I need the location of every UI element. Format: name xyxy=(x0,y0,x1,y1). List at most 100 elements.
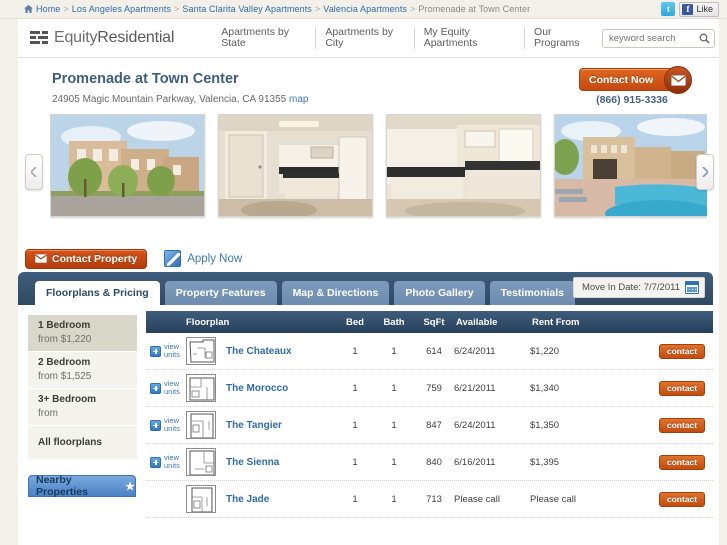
star-icon: ★ xyxy=(125,480,135,493)
column-header-rent-from: Rent From xyxy=(532,316,580,328)
site-header: EquityResidential Apartments by State Ap… xyxy=(0,19,727,58)
filter-title: 1 Bedroom xyxy=(38,320,91,331)
floorplan-name[interactable]: The Tangier xyxy=(226,420,282,431)
tab-map-directions[interactable]: Map & Directions xyxy=(281,281,390,305)
tab-property-features[interactable]: Property Features xyxy=(164,281,277,305)
row-contact-button[interactable]: contact xyxy=(659,380,705,396)
table-row: view units The Tangier 1 1 847 6/24/2011… xyxy=(146,407,713,444)
site-logo[interactable]: EquityResidential xyxy=(30,29,174,47)
filter-all-floorplans[interactable]: All floorplans xyxy=(28,426,137,460)
nav-item-apartments-by-state[interactable]: Apartments by State xyxy=(212,27,317,49)
logo-text: EquityResidential xyxy=(54,29,174,47)
floorplan-cell: view units The Sienna xyxy=(146,448,336,476)
calendar-icon[interactable] xyxy=(685,281,699,294)
left-page-gutter xyxy=(0,19,18,545)
contact-now-button[interactable]: Contact Now xyxy=(579,66,692,94)
rent-value: $1,395 xyxy=(530,456,560,468)
carousel-photo-kitchen-1[interactable] xyxy=(218,114,373,217)
carousel-next-button[interactable] xyxy=(696,154,714,190)
floorplan-thumbnail[interactable] xyxy=(186,337,216,365)
floorplan-cell: The Jade xyxy=(146,485,336,513)
sqft-value: 614 xyxy=(426,345,442,357)
sqft-value: 847 xyxy=(426,419,442,431)
rent-value: $1,340 xyxy=(530,382,560,394)
available-value: 6/24/2011 xyxy=(454,345,496,357)
facebook-like-button[interactable]: f Like xyxy=(679,1,719,17)
carousel-prev-button[interactable] xyxy=(25,154,43,190)
tab-floorplans-pricing[interactable]: Floorplans & Pricing xyxy=(35,281,160,305)
filter-price: from $1,525 xyxy=(38,371,92,382)
floorplan-thumbnail[interactable] xyxy=(186,374,216,402)
nearby-properties-button[interactable]: Nearby Properties ★ xyxy=(28,474,136,498)
filter-1-bedroom[interactable]: 1 Bedroom from $1,220 xyxy=(28,315,137,352)
floorplan-name[interactable]: The Morocco xyxy=(226,383,288,394)
filter-3plus-bedroom[interactable]: 3+ Bedroom from xyxy=(28,389,137,426)
contact-property-label: Contact Property xyxy=(52,252,138,265)
tab-photo-gallery[interactable]: Photo Gallery xyxy=(394,281,485,305)
plus-icon xyxy=(150,382,161,394)
available-value: 6/21/2011 xyxy=(454,382,496,394)
sqft-value: 713 xyxy=(426,493,442,505)
tab-testimonials[interactable]: Testimonials xyxy=(489,281,575,305)
bath-value: 1 xyxy=(391,493,397,505)
floorplan-thumbnail[interactable] xyxy=(186,411,216,439)
row-actions: contact xyxy=(625,454,713,470)
row-contact-button[interactable]: contact xyxy=(659,491,705,507)
row-contact-button[interactable]: contact xyxy=(659,454,705,470)
view-units-line2: units xyxy=(164,387,180,396)
twitter-icon[interactable]: t xyxy=(661,2,676,16)
row-contact-button[interactable]: contact xyxy=(659,343,705,359)
view-units-toggle[interactable]: view units xyxy=(146,343,184,359)
view-units-toggle[interactable]: view units xyxy=(146,454,184,470)
floorplans-table: Floorplan Bed Bath SqFt Available Rent F… xyxy=(146,305,713,518)
bath-value: 1 xyxy=(391,419,397,431)
nav-item-my-equity-apartments[interactable]: My Equity Apartments xyxy=(415,27,526,49)
available-value: Please call xyxy=(454,493,500,505)
view-units-toggle[interactable]: view units xyxy=(146,380,184,396)
carousel-photo-kitchen-2[interactable] xyxy=(386,114,541,217)
carousel-photo-pool[interactable] xyxy=(554,114,707,217)
filter-2-bedroom[interactable]: 2 Bedroom from $1,525 xyxy=(28,352,137,389)
floorplan-thumbnail[interactable] xyxy=(186,448,216,476)
view-units-line2: units xyxy=(164,350,180,359)
floorplan-name[interactable]: The Jade xyxy=(226,494,269,505)
view-units-toggle[interactable]: view units xyxy=(146,417,184,433)
bed-value: 1 xyxy=(352,382,358,394)
row-actions: contact xyxy=(625,491,713,507)
bath-value: 1 xyxy=(391,345,397,357)
breadcrumb: Home > Los Angeles Apartments > Santa Clarit… xyxy=(22,4,530,14)
photo-carousel xyxy=(0,114,727,232)
floorplan-name[interactable]: The Chateaux xyxy=(226,346,292,357)
chevron-left-icon xyxy=(31,167,37,177)
filter-title: All floorplans xyxy=(38,437,102,448)
plus-icon xyxy=(150,456,161,468)
filter-title: 3+ Bedroom xyxy=(38,394,97,405)
move-in-date-picker[interactable]: Move In Date: 7/7/2011 xyxy=(572,277,705,298)
floorplan-name[interactable]: The Sienna xyxy=(226,457,279,468)
breadcrumb-item-2[interactable]: Valencia Apartments xyxy=(323,4,407,14)
right-page-gutter xyxy=(719,19,727,545)
map-link[interactable]: map xyxy=(289,94,308,105)
table-row: view units The Sienna 1 1 840 6/16/2011 … xyxy=(146,444,713,481)
breadcrumb-home[interactable]: Home xyxy=(36,4,60,14)
breadcrumb-item-0[interactable]: Los Angeles Apartments xyxy=(72,4,171,14)
nav-item-apartments-by-city[interactable]: Apartments by City xyxy=(316,27,415,49)
breadcrumb-item-1[interactable]: Santa Clarita Valley Apartments xyxy=(182,4,312,14)
bed-value: 1 xyxy=(352,493,358,505)
row-contact-button[interactable]: contact xyxy=(659,417,705,433)
bed-value: 1 xyxy=(352,456,358,468)
property-header: Promenade at Town Center 24905 Magic Mou… xyxy=(0,58,727,110)
rent-value: $1,220 xyxy=(530,345,560,357)
carousel-photo-exterior[interactable] xyxy=(50,114,205,217)
bed-value: 1 xyxy=(352,345,358,357)
search-input[interactable] xyxy=(609,32,699,44)
nav-item-our-programs[interactable]: Our Programs xyxy=(525,27,602,49)
floorplan-thumbnail[interactable] xyxy=(186,485,216,513)
search-icon[interactable] xyxy=(699,33,710,44)
breadcrumb-sep: > xyxy=(410,4,416,14)
apply-now-button[interactable]: Apply Now xyxy=(164,250,242,267)
search-box[interactable] xyxy=(602,28,715,48)
available-value: 6/16/2011 xyxy=(454,456,496,468)
equity-logo-icon xyxy=(30,31,48,44)
contact-property-button[interactable]: Contact Property xyxy=(25,248,148,269)
